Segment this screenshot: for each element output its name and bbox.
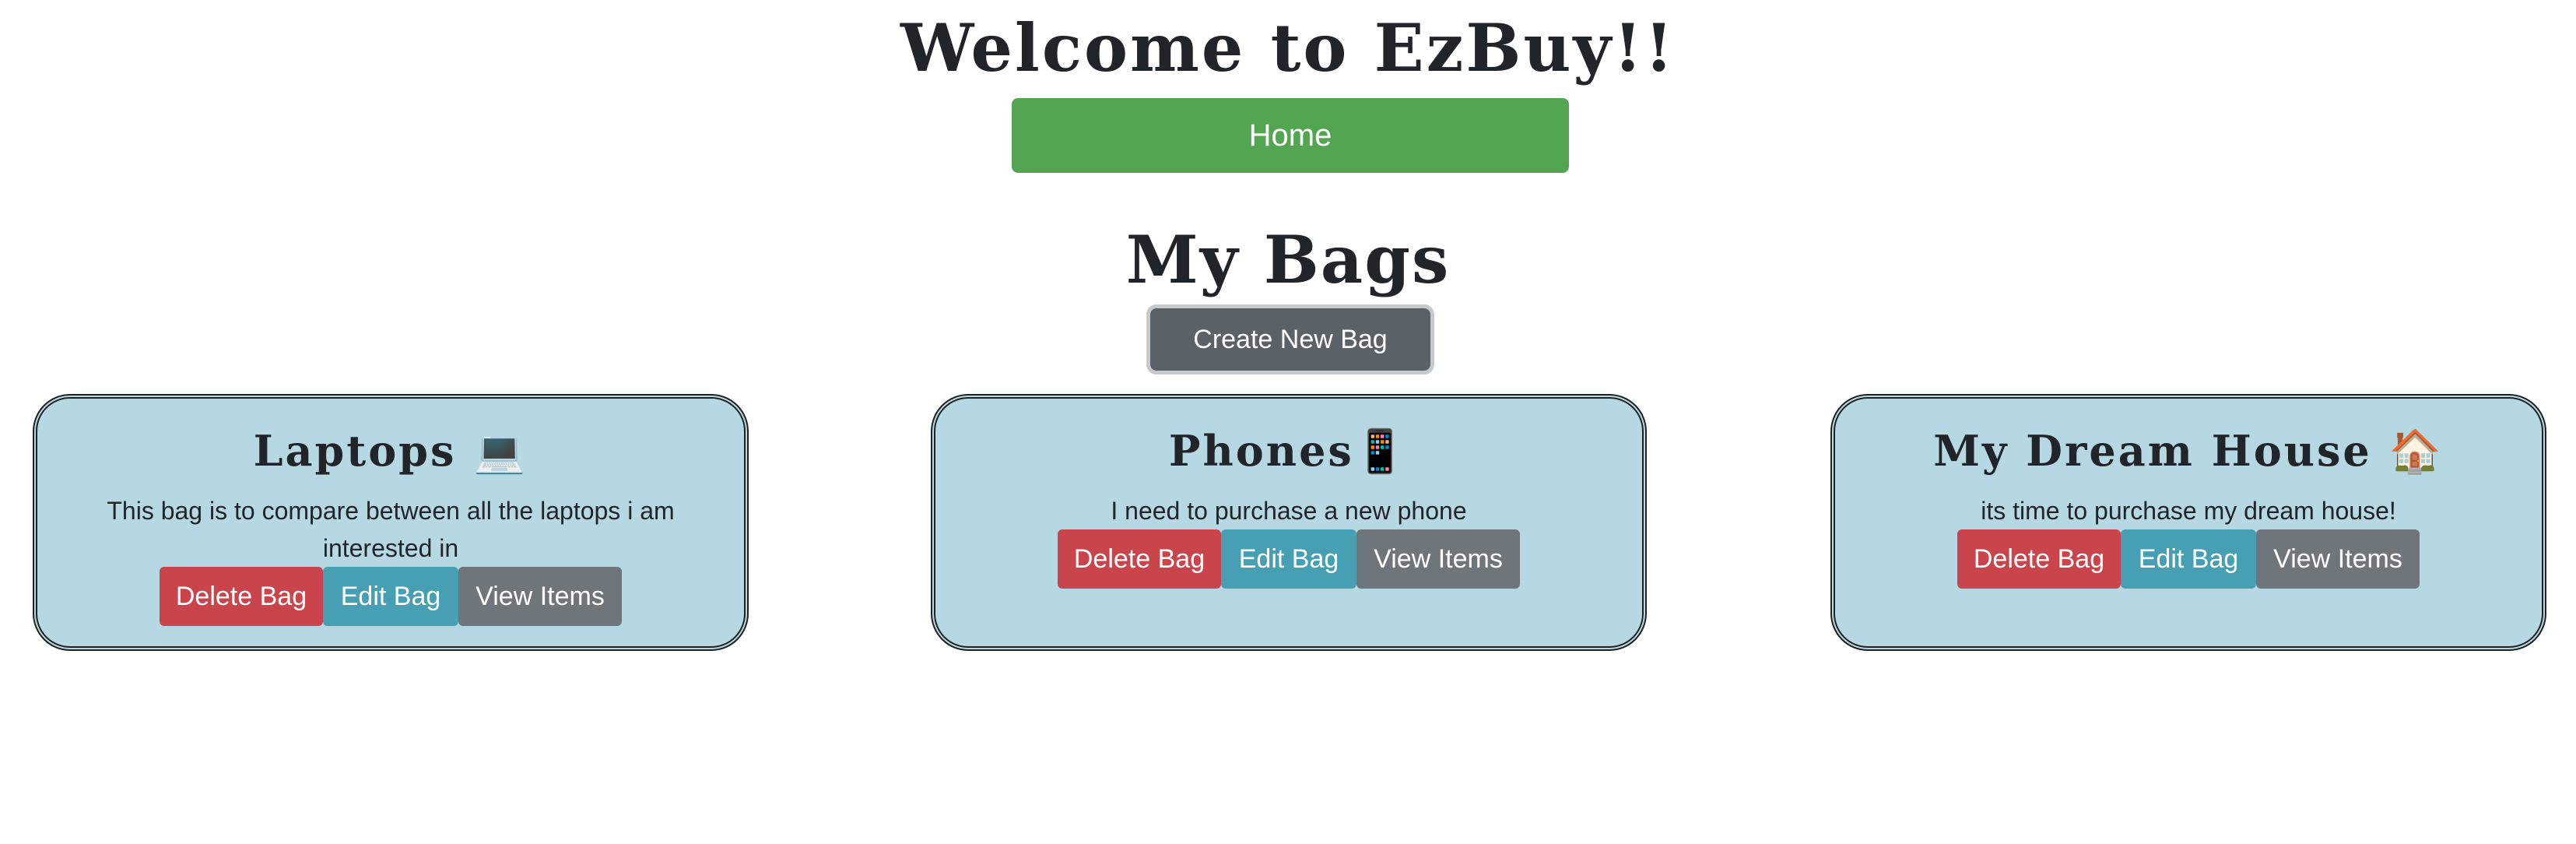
delete-bag-button[interactable]: Delete Bag bbox=[160, 567, 323, 626]
delete-bag-button[interactable]: Delete Bag bbox=[1058, 529, 1221, 589]
delete-bag-button[interactable]: Delete Bag bbox=[1957, 529, 2121, 589]
site-title: Welcome to EzBuy!! bbox=[900, 9, 1676, 86]
bag-actions: Delete Bag Edit Bag View Items bbox=[1835, 529, 2542, 589]
bag-actions: Delete Bag Edit Bag View Items bbox=[37, 567, 744, 626]
bag-actions: Delete Bag Edit Bag View Items bbox=[935, 529, 1642, 589]
bag-description: its time to purchase my dream house! bbox=[1981, 497, 2396, 525]
view-items-button[interactable]: View Items bbox=[458, 567, 622, 626]
bag-title: Phones📱 bbox=[1168, 426, 1409, 476]
home-button[interactable]: Home bbox=[1012, 98, 1569, 173]
create-new-bag-button[interactable]: Create New Bag bbox=[1150, 308, 1430, 371]
edit-bag-button[interactable]: Edit Bag bbox=[323, 567, 458, 626]
bag-card-laptops: Laptops 💻 This bag is to compare between… bbox=[33, 394, 749, 651]
bag-description: I need to purchase a new phone bbox=[1111, 497, 1467, 525]
bag-description: This bag is to compare between all the l… bbox=[107, 497, 675, 562]
edit-bag-button[interactable]: Edit Bag bbox=[1221, 529, 1356, 589]
view-items-button[interactable]: View Items bbox=[1356, 529, 1520, 589]
bag-card-dream-house: My Dream House 🏠 its time to purchase my… bbox=[1830, 394, 2546, 651]
bag-title: My Dream House 🏠 bbox=[1933, 426, 2444, 476]
my-bags-heading: My Bags bbox=[1125, 221, 1451, 298]
edit-bag-button[interactable]: Edit Bag bbox=[2121, 529, 2256, 589]
bag-card-phones: Phones📱 I need to purchase a new phone D… bbox=[931, 394, 1647, 651]
view-items-button[interactable]: View Items bbox=[2256, 529, 2420, 589]
bag-title: Laptops 💻 bbox=[253, 426, 528, 476]
